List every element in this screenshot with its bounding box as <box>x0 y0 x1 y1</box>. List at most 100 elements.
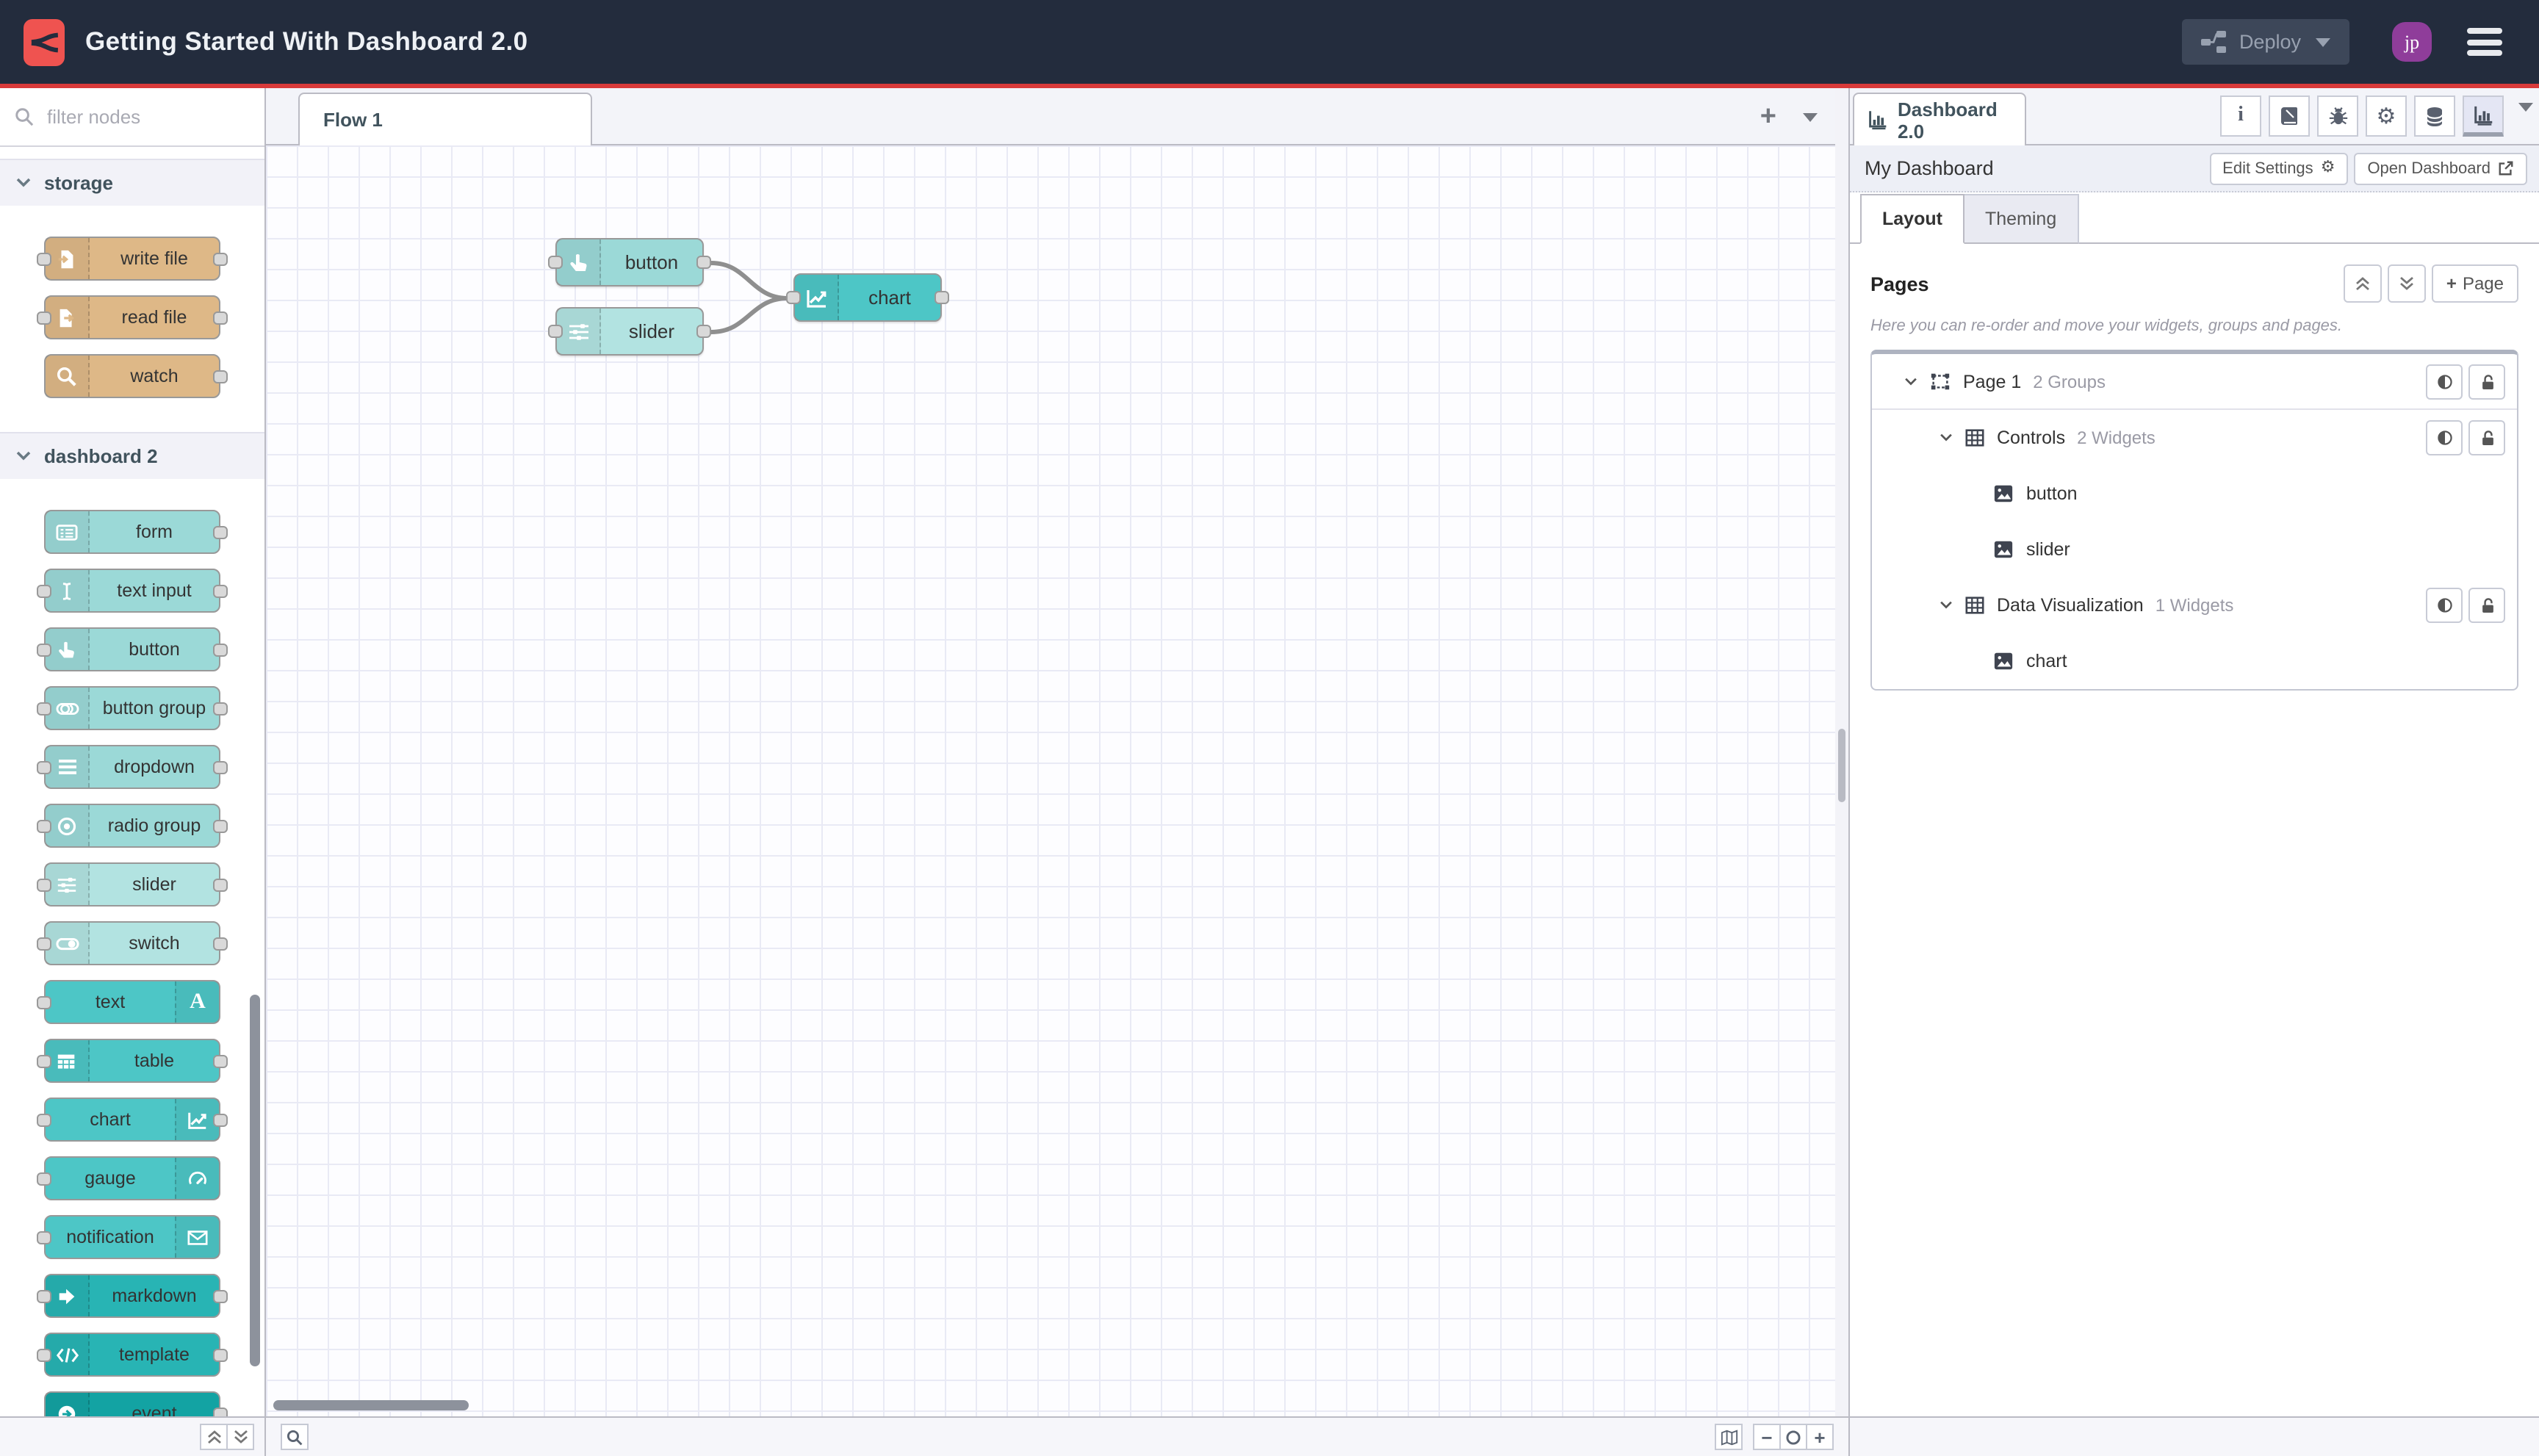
palette-collapse-all-button[interactable] <box>200 1424 228 1450</box>
node-port[interactable] <box>37 761 51 774</box>
palette-node-radio-group[interactable]: radio group <box>37 804 228 848</box>
tree-row-group-data-visualization[interactable]: Data Visualization 1 Widgets <box>1872 577 2517 633</box>
canvas-vertical-scrollbar[interactable] <box>1838 729 1845 802</box>
node-port[interactable] <box>786 291 801 304</box>
palette-node-markdown[interactable]: markdown <box>37 1274 228 1318</box>
node-port[interactable] <box>213 644 228 657</box>
palette-node-table[interactable]: table <box>37 1039 228 1083</box>
debug-tab-button[interactable] <box>2317 95 2358 137</box>
palette-node-watch[interactable]: watch <box>44 354 228 398</box>
node-port[interactable] <box>37 1231 51 1244</box>
node-port[interactable] <box>696 325 711 338</box>
palette-node-text-input[interactable]: text input <box>37 569 228 613</box>
node-port[interactable] <box>37 644 51 657</box>
node-port[interactable] <box>213 761 228 774</box>
node-port[interactable] <box>37 820 51 833</box>
node-port[interactable] <box>37 585 51 598</box>
node-port[interactable] <box>213 1349 228 1362</box>
tree-row-widget-button[interactable]: button <box>1872 466 2517 522</box>
tab-dashboard-2[interactable]: Dashboard 2.0 <box>1853 93 2026 145</box>
chevron-down-icon[interactable] <box>1904 377 1917 386</box>
node-port[interactable] <box>37 879 51 892</box>
palette-node-form[interactable]: form <box>44 510 228 554</box>
avatar[interactable]: jp <box>2392 22 2432 62</box>
node-port[interactable] <box>213 1408 228 1416</box>
flow-list-caret-icon[interactable] <box>1803 112 1818 121</box>
node-port[interactable] <box>548 325 563 338</box>
node-port[interactable] <box>548 256 563 269</box>
node-port[interactable] <box>696 256 711 269</box>
node-port[interactable] <box>213 879 228 892</box>
palette-scrollbar[interactable] <box>250 995 260 1366</box>
palette-node-write-file[interactable]: write file <box>37 237 228 281</box>
palette-node-button-group[interactable]: button group <box>37 686 228 730</box>
deploy-caret-icon[interactable] <box>2316 37 2330 46</box>
palette-node-button[interactable]: button <box>37 627 228 671</box>
add-flow-icon[interactable]: + <box>1760 103 1776 131</box>
node-port[interactable] <box>213 937 228 951</box>
zoom-in-button[interactable]: + <box>1806 1424 1834 1450</box>
palette-node-slider[interactable]: slider <box>37 862 228 907</box>
collapse-all-button[interactable] <box>2343 264 2382 303</box>
node-port[interactable] <box>213 311 228 325</box>
zoom-reset-button[interactable] <box>1779 1424 1807 1450</box>
canvas-search-button[interactable] <box>281 1424 309 1450</box>
palette-scroll-area[interactable]: storage write file read file watch dashb… <box>0 147 264 1416</box>
node-port[interactable] <box>213 1290 228 1303</box>
palette-node-text[interactable]: A text <box>37 980 220 1024</box>
tree-row-group-controls[interactable]: Controls 2 Widgets <box>1872 410 2517 466</box>
palette-node-notification[interactable]: notification <box>37 1215 220 1259</box>
lock-toggle-button[interactable] <box>2468 588 2505 623</box>
node-port[interactable] <box>37 1172 51 1186</box>
palette-node-template[interactable]: template <box>37 1333 228 1377</box>
lock-toggle-button[interactable] <box>2468 420 2505 455</box>
sidebar-menu-caret-icon[interactable] <box>2518 103 2533 138</box>
palette-node-dropdown[interactable]: dropdown <box>37 745 228 789</box>
canvas-node-slider[interactable]: slider <box>548 307 711 356</box>
node-port[interactable] <box>213 526 228 539</box>
tab-flow-1[interactable]: Flow 1 <box>298 93 592 145</box>
visibility-toggle-button[interactable] <box>2426 588 2463 623</box>
palette-node-chart[interactable]: chart <box>37 1098 228 1142</box>
visibility-toggle-button[interactable] <box>2426 364 2463 399</box>
chevron-down-icon[interactable] <box>1940 433 1953 442</box>
node-port[interactable] <box>213 253 228 266</box>
node-port[interactable] <box>37 1055 51 1068</box>
help-tab-button[interactable] <box>2269 95 2310 137</box>
palette-node-switch[interactable]: switch <box>37 921 228 965</box>
node-port[interactable] <box>37 1349 51 1362</box>
node-port[interactable] <box>37 1290 51 1303</box>
deploy-button[interactable]: Deploy <box>2181 19 2349 65</box>
node-port[interactable] <box>213 585 228 598</box>
node-port[interactable] <box>37 1114 51 1127</box>
tab-theming[interactable]: Theming <box>1964 194 2079 244</box>
canvas-vertical-scroll-track[interactable] <box>1835 88 1848 1416</box>
node-port[interactable] <box>37 937 51 951</box>
node-port[interactable] <box>213 702 228 716</box>
palette-node-read-file[interactable]: read file <box>37 295 228 339</box>
canvas-node-chart[interactable]: chart <box>786 273 949 322</box>
node-port[interactable] <box>37 253 51 266</box>
menu-icon[interactable] <box>2467 28 2502 56</box>
category-header-storage[interactable]: storage <box>0 159 264 206</box>
visibility-toggle-button[interactable] <box>2426 420 2463 455</box>
canvas-grid[interactable]: button slider chart <box>266 145 1835 1416</box>
node-port[interactable] <box>213 1055 228 1068</box>
tab-layout[interactable]: Layout <box>1860 194 1964 244</box>
node-port[interactable] <box>213 820 228 833</box>
config-tab-button[interactable]: ⚙ <box>2366 95 2407 137</box>
category-header-dashboard2[interactable]: dashboard 2 <box>0 432 264 479</box>
node-port[interactable] <box>37 702 51 716</box>
open-dashboard-button[interactable]: Open Dashboard <box>2354 152 2527 184</box>
context-tab-button[interactable] <box>2414 95 2455 137</box>
navigator-map-button[interactable] <box>1715 1424 1743 1450</box>
chevron-down-icon[interactable] <box>1940 601 1953 610</box>
tree-row-page-1[interactable]: Page 1 2 Groups <box>1872 354 2517 410</box>
tree-row-widget-chart[interactable]: chart <box>1872 633 2517 689</box>
zoom-out-button[interactable]: − <box>1753 1424 1781 1450</box>
node-port[interactable] <box>37 996 51 1009</box>
palette-node-gauge[interactable]: gauge <box>37 1156 220 1200</box>
dashboard-tab-button[interactable] <box>2463 95 2504 137</box>
node-port[interactable] <box>934 291 949 304</box>
expand-all-button[interactable] <box>2387 264 2426 303</box>
